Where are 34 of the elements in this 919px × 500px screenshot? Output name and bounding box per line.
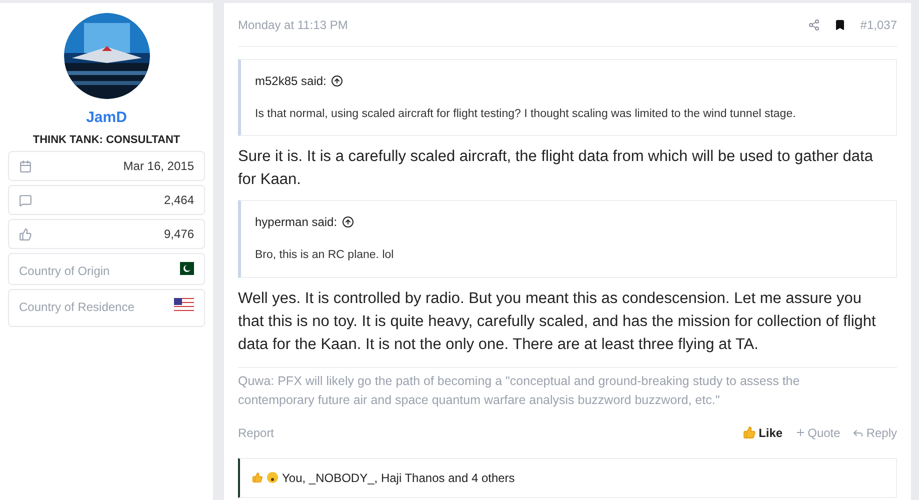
bookmark-icon[interactable] (834, 18, 846, 30)
quote-author: hyperman said: (255, 214, 338, 232)
signature: Quwa: PFX will likely go the path of becoming a "conceptual and ground-breaking study to assess the contemporary future air and space quantum warfare analysis buzzword buzzword, etc." (238, 372, 801, 409)
flag-icon (174, 298, 194, 311)
field-label: Country of Residence (19, 299, 134, 316)
arrow-up-icon[interactable] (342, 216, 354, 228)
stat-value: 2,464 (164, 192, 194, 209)
thumbs-up-icon (742, 426, 756, 439)
like-button[interactable]: Like (742, 424, 783, 442)
reactions-text[interactable]: You, _NOBODY_, Haji Thanos and 4 others (282, 468, 515, 486)
stat-value: 9,476 (164, 226, 194, 243)
username[interactable]: JamD (86, 107, 127, 130)
post-time[interactable]: Monday at 11:13 PM (238, 16, 348, 34)
quote-button[interactable]: Quote (794, 424, 840, 442)
quote-text: Is that normal, using scaled aircraft for flight testing? I thought scaling was limited to the wind tunnel stage. (255, 107, 797, 122)
speech-bubble-icon (19, 194, 32, 206)
post-number[interactable]: #1,037 (860, 16, 897, 34)
thumbs-up-icon (252, 472, 263, 483)
reply-button[interactable]: Reply (852, 424, 897, 442)
arrow-up-icon[interactable] (331, 75, 344, 87)
report-link[interactable]: Report (238, 424, 274, 442)
thumbs-up-icon (19, 228, 32, 240)
quote-text: Bro, this is an RC plane. lol (255, 248, 395, 264)
share-icon[interactable] (808, 18, 820, 30)
surprised-face-icon (267, 472, 278, 483)
quote-author: m52k85 said: (255, 73, 326, 90)
plus-icon (794, 427, 806, 438)
stat-value: Mar 16, 2015 (123, 158, 194, 175)
calendar-icon (19, 160, 32, 172)
flag-icon (176, 262, 194, 275)
post-text: Well yes. It is controlled by radio. But you meant this as condescension. Let me assure you that this is no toy. It is quite heavy, carefully scaled, and has the mission for collection of flight data for the Kaan. It is not the only one. There are at least three flying at TA. (238, 288, 877, 354)
user-title: THINK TANK: CONSULTANT (32, 132, 180, 148)
post-text: Sure it is. It is a carefully scaled aircraft, the flight data from which will be used to gather data for Kaan. (238, 147, 874, 190)
field-label: Country of Origin (19, 263, 110, 280)
